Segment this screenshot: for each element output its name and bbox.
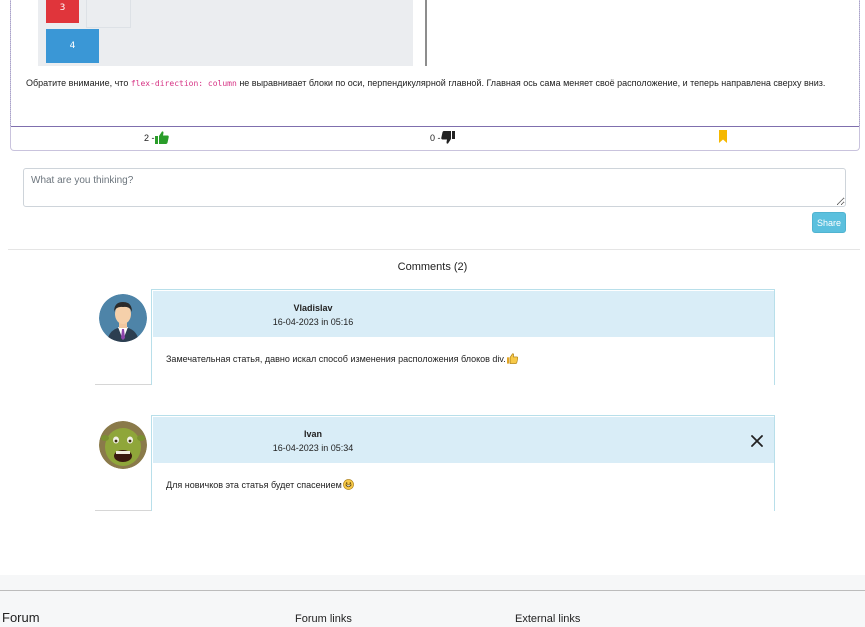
post-text-before: Обратите внимание, что	[26, 78, 131, 88]
comment-text-row: Замечательная статья, давно искал способ…	[166, 353, 518, 364]
comment-header: Ivan 16-04-2023 in 05:34	[153, 417, 774, 463]
post-border-left	[10, 0, 11, 126]
comment-author: Ivan	[303, 429, 322, 439]
reaction-bar: 2 - 0 -	[11, 126, 859, 150]
footer: Forum Forum links External links	[0, 575, 865, 627]
post-text-after: не выравнивает блоки по оси, перпендикул…	[236, 78, 826, 88]
footer-forum-links-heading: Forum links	[295, 613, 352, 625]
comment-box: Ivan 16-04-2023 in 05:34 Для новичков эт…	[151, 415, 775, 511]
demo-block-3: 3	[46, 0, 79, 23]
comment-input[interactable]	[23, 168, 846, 207]
comment-text: Замечательная статья, давно искал способ…	[166, 353, 506, 364]
thumbs-down-icon	[440, 131, 455, 144]
footer-brand[interactable]: Forum	[2, 610, 40, 625]
thumbs-up-emoji-icon	[506, 353, 518, 364]
dislike-button[interactable]: 0 -	[430, 131, 455, 144]
post-card: 3 4 Обратите внимание, что flex-directio…	[10, 0, 860, 151]
comment-author: Vladislav	[293, 303, 333, 313]
comment-item: Ivan 16-04-2023 in 05:34 Для новичков эт…	[95, 415, 775, 511]
avatar[interactable]	[99, 421, 147, 469]
avatar[interactable]	[99, 294, 147, 342]
flex-demo-image: 3 4	[38, 0, 413, 66]
like-button[interactable]: 2 -	[144, 131, 169, 144]
comment-header: Vladislav 16-04-2023 in 05:16	[153, 291, 774, 337]
comments-title: Comments (2)	[397, 261, 468, 273]
delete-comment-button[interactable]	[750, 434, 764, 448]
demo-gridline	[86, 0, 131, 28]
comment-box: Vladislav 16-04-2023 in 05:16 Замечатель…	[151, 289, 775, 385]
comment-item: Vladislav 16-04-2023 in 05:16 Замечатель…	[95, 289, 775, 385]
comment-text: Для новичков эта статья будет спасением	[166, 479, 342, 490]
footer-external-links-heading: External links	[515, 613, 581, 625]
demo-divider	[425, 0, 427, 66]
post-code: flex-direction: column	[130, 79, 237, 88]
demo-block-4: 4	[46, 29, 99, 63]
footer-divider	[0, 590, 865, 591]
post-border-right	[859, 0, 860, 126]
section-divider	[8, 249, 860, 250]
comment-text-row: Для новичков эта статья будет спасением	[166, 479, 354, 490]
share-button[interactable]: Share	[812, 212, 846, 233]
grinning-emoji-icon	[342, 479, 354, 490]
like-count: 2 -	[144, 132, 155, 143]
comment-date: 16-04-2023 in 05:34	[272, 443, 354, 453]
post-text: Обратите внимание, что flex-direction: c…	[26, 76, 836, 91]
bookmark-button[interactable]	[718, 130, 728, 143]
comment-date: 16-04-2023 in 05:16	[272, 317, 354, 327]
thumbs-up-icon	[154, 131, 169, 144]
bookmark-icon	[718, 130, 728, 143]
close-icon	[751, 435, 763, 447]
dislike-count: 0 -	[430, 132, 441, 143]
